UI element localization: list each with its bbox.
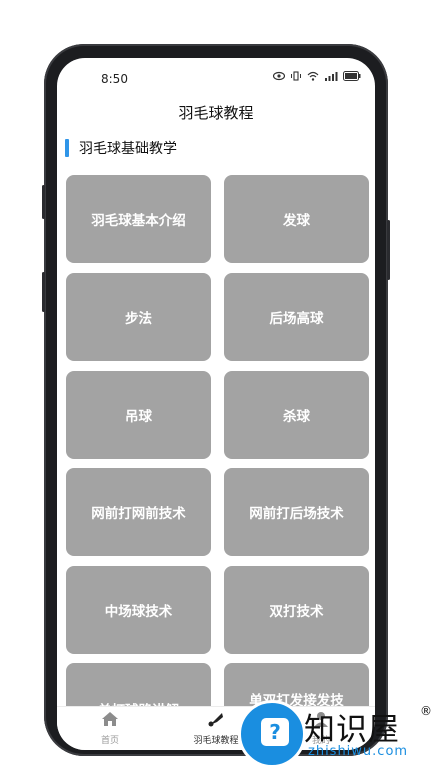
lesson-tile[interactable]: 双打技术 — [224, 566, 369, 654]
section-header: 羽毛球基础教学 — [65, 138, 177, 158]
tab-home[interactable]: 首页 — [70, 711, 150, 746]
tab-home-label: 首页 — [100, 736, 119, 746]
lesson-tile[interactable]: 羽毛球基本介绍 — [66, 175, 211, 263]
lesson-tile[interactable]: 杀球 — [224, 371, 369, 459]
volume-button — [42, 185, 45, 219]
signal-icon — [325, 72, 338, 81]
lesson-tile[interactable]: 步法 — [66, 273, 211, 361]
lesson-tile[interactable]: 后场高球 — [224, 273, 369, 361]
section-title: 羽毛球基础教学 — [79, 141, 177, 157]
wifi-icon — [307, 71, 319, 81]
eye-icon — [273, 71, 285, 81]
section-accent-bar — [65, 139, 69, 157]
app-screen: 8:50 羽毛球教程 羽毛球基础教学 羽毛球基本介绍 发球 步法 后场高球 吊球… — [57, 58, 375, 750]
registered-mark: ® — [420, 704, 432, 718]
lesson-tile[interactable]: 中场球技术 — [66, 566, 211, 654]
question-icon: ? — [261, 718, 289, 746]
home-icon — [102, 712, 118, 726]
lesson-tile[interactable]: 吊球 — [66, 371, 211, 459]
status-icons — [273, 71, 361, 81]
lesson-tile[interactable]: 网前打后场技术 — [224, 468, 369, 556]
power-button — [387, 220, 390, 280]
lesson-tile[interactable]: 网前打网前技术 — [66, 468, 211, 556]
status-bar: 8:50 — [57, 58, 375, 98]
lesson-tile[interactable]: 发球 — [224, 175, 369, 263]
page-title: 羽毛球教程 — [178, 104, 254, 122]
watermark-logo: ? — [238, 700, 306, 768]
battery-icon — [343, 71, 361, 81]
shuttlecock-icon — [208, 713, 223, 727]
watermark-domain: zhishiwu.com — [308, 744, 409, 759]
vibrate-icon — [291, 71, 301, 81]
status-time: 8:50 — [101, 72, 128, 86]
side-button — [42, 272, 45, 312]
watermark: ? 知识屋 ® zhishiwu.com — [234, 700, 432, 768]
watermark-brand: 知识屋 — [304, 712, 400, 748]
